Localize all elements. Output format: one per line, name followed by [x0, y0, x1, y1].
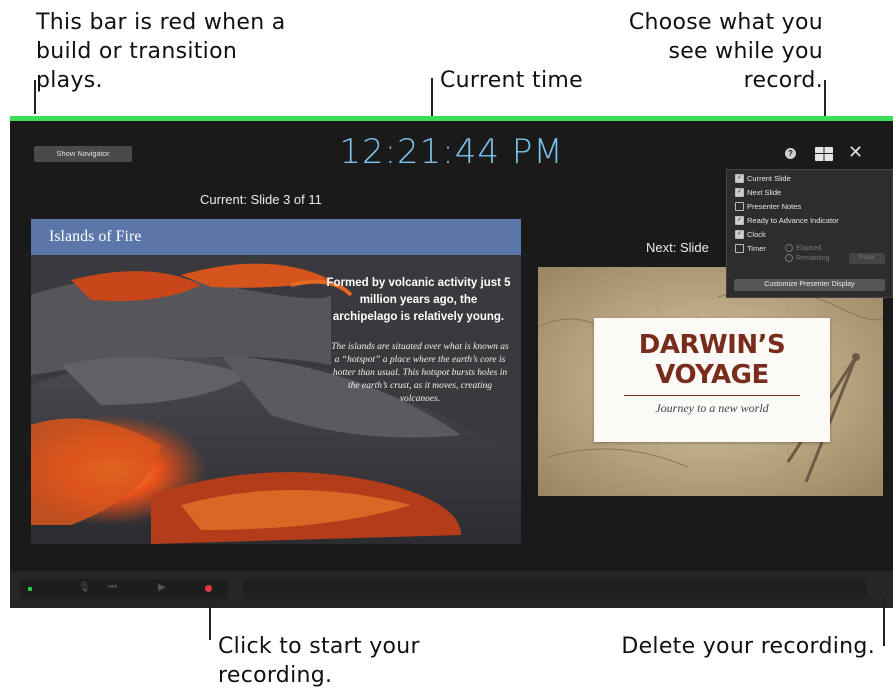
- radio-elapsed[interactable]: Elapsed: [785, 244, 821, 254]
- option-label: Next Slide: [747, 188, 782, 197]
- slide-body-text: The islands are situated over what is kn…: [331, 342, 509, 404]
- radio-icon: [785, 244, 793, 253]
- display-options-menu: ✓ Current Slide ✓ Next Slide Presenter Not…: [726, 169, 893, 298]
- current-slide-label: Current: Slide 3 of 11: [200, 192, 322, 207]
- radio-remaining[interactable]: Remaining: [785, 254, 829, 264]
- slide-heading: Formed by volcanic activity just 5 milli…: [326, 277, 511, 323]
- option-next-slide[interactable]: ✓ Next Slide: [735, 187, 781, 199]
- radio-label: Remaining: [796, 255, 830, 262]
- checkbox-checked-icon: ✓: [735, 187, 744, 197]
- radio-icon: [785, 254, 793, 263]
- option-label: Timer: [747, 244, 766, 253]
- option-presenter-notes[interactable]: Presenter Notes: [735, 201, 801, 213]
- skip-back-icon[interactable]: ⏮︎: [108, 582, 117, 593]
- slide-title-band: Islands of Fire: [31, 219, 521, 255]
- presenter-display-window: Show Navigator 12:21:44 PM ? ✕ Current: …: [10, 116, 893, 608]
- option-label: Presenter Notes: [747, 202, 802, 211]
- checkbox-unchecked-icon: [735, 243, 744, 253]
- mic-level-indicator: [28, 587, 32, 591]
- next-slide-label: Next: Slide: [646, 240, 709, 255]
- start-recording-callout: Click to start your recording.: [218, 634, 420, 688]
- current-slide-preview: Islands of Fire Formed by volcanic activ…: [31, 219, 521, 544]
- checkbox-unchecked-icon: [735, 201, 744, 211]
- layout-icon[interactable]: [815, 147, 833, 161]
- checkbox-checked-icon: ✓: [735, 173, 744, 183]
- current-time-clock: 12:21:44 PM: [339, 132, 564, 172]
- build-transition-bar: [10, 116, 893, 121]
- option-label: Clock: [747, 230, 766, 239]
- help-icon[interactable]: ?: [785, 148, 796, 159]
- checkbox-checked-icon: ✓: [735, 215, 744, 225]
- close-icon[interactable]: ✕: [848, 142, 863, 162]
- radio-label: Elapsed: [796, 245, 822, 252]
- delete-recording-callout: Delete your recording.: [621, 634, 875, 659]
- next-slide-subtitle: Journey to a new world: [655, 401, 769, 415]
- start-recording-leader: [209, 600, 211, 640]
- build-bar-callout: This bar is red when a build or transiti…: [36, 10, 286, 93]
- current-time-callout: Current time: [440, 68, 583, 93]
- build-bar-leader: [34, 80, 36, 114]
- microphone-icon[interactable]: 🎙︎: [78, 582, 91, 593]
- record-button[interactable]: [205, 585, 212, 592]
- option-label: Ready to Advance Indicator: [747, 216, 839, 225]
- recording-controls: 🎙︎ ⏮︎ ▶︎: [20, 579, 228, 599]
- title-divider: [624, 395, 800, 396]
- option-ready-indicator[interactable]: ✓ Ready to Advance Indicator: [735, 215, 839, 227]
- slide-title: Islands of Fire: [49, 228, 142, 245]
- next-slide-title: DARWIN’S VOYAGE: [638, 330, 786, 390]
- next-slide-preview: DARWIN’S VOYAGE Journey to a new world: [538, 267, 883, 496]
- choose-view-callout: Choose what you see while you record.: [628, 10, 823, 93]
- option-current-slide[interactable]: ✓ Current Slide: [735, 173, 791, 185]
- delete-recording-leader: [883, 596, 885, 646]
- customize-presenter-display-button[interactable]: Customize Presenter Display: [734, 279, 885, 291]
- play-icon[interactable]: ▶︎: [158, 582, 166, 593]
- option-clock[interactable]: ✓ Clock: [735, 229, 766, 241]
- checkbox-checked-icon: ✓: [735, 229, 744, 239]
- timer-reset-button[interactable]: Reset: [849, 253, 885, 264]
- option-timer[interactable]: Timer: [735, 243, 766, 255]
- option-label: Current Slide: [747, 174, 791, 183]
- recording-toolbar: 🎙︎ ⏮︎ ▶︎: [10, 571, 893, 608]
- recording-timeline[interactable]: [243, 579, 867, 599]
- title-card: DARWIN’S VOYAGE Journey to a new world: [594, 318, 830, 442]
